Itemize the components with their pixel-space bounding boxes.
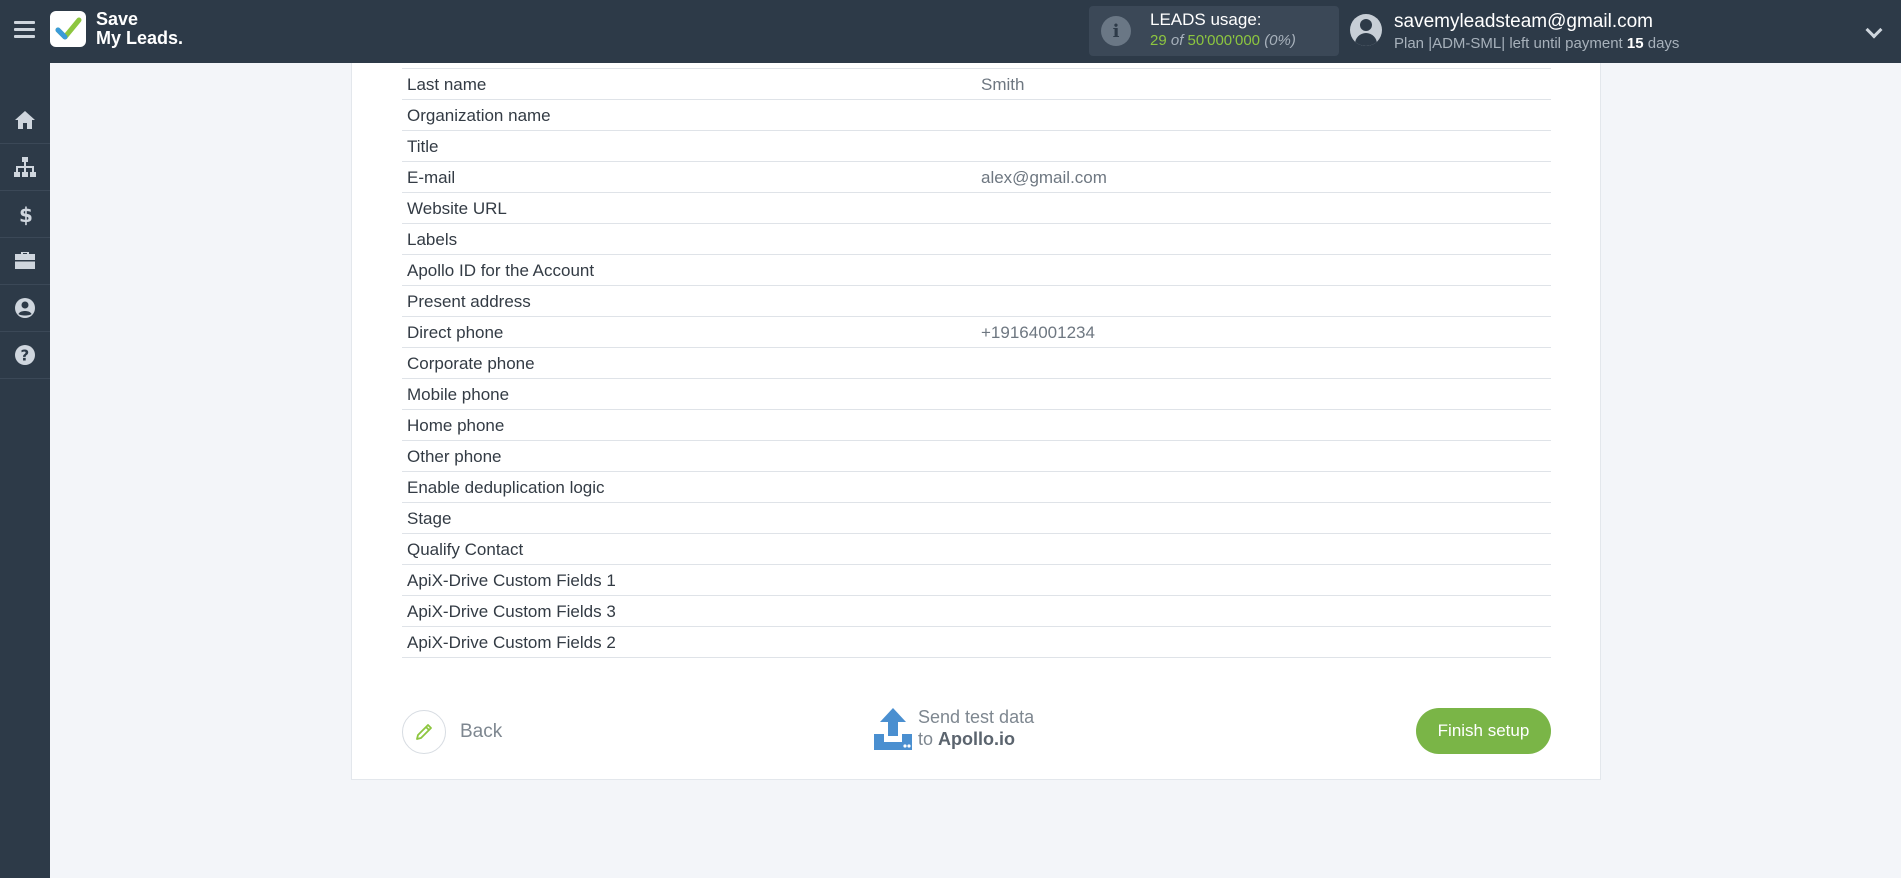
home-icon [15,111,35,129]
sidebar-item-tools[interactable] [0,238,50,285]
table-row: Organization name [402,100,1551,131]
field-label: Home phone [407,416,505,435]
send-to: to [918,729,934,749]
sidebar-item-billing[interactable]: $ [0,191,50,238]
field-label: E-mail [407,168,456,187]
field-label: Corporate phone [407,354,535,373]
chevron-down-icon[interactable] [1865,21,1883,39]
field-label: Title [407,137,439,156]
logo-line1: Save [96,9,139,29]
field-label: Organization name [407,106,551,125]
avatar-icon [1350,14,1382,46]
sidebar-item-help[interactable]: ? [0,332,50,379]
field-label: Last name [407,75,487,94]
sitemap-icon [14,157,36,177]
leads-usage-panel: i LEADS usage: 29 of 50'000'000 (0%) [1089,6,1339,56]
table-row: ApiX-Drive Custom Fields 2 [402,627,1551,658]
sidebar-item-home[interactable] [0,97,50,144]
field-label: Enable deduplication logic [407,478,605,497]
table-row: Direct phone +19164001234 [402,317,1551,348]
field-label: ApiX-Drive Custom Fields 3 [407,602,616,621]
usage-used: 29 [1150,32,1167,49]
table-row: Other phone [402,441,1551,472]
table-row: Website URL [402,193,1551,224]
table-row: Home phone [402,410,1551,441]
logo-line2: My Leads. [96,28,184,48]
table-row: Enable deduplication logic [402,472,1551,503]
svg-text:$: $ [19,203,33,226]
field-label: ApiX-Drive Custom Fields 2 [407,633,616,652]
plan-prefix: Plan |ADM-SML| left until payment [1394,35,1623,52]
usage-percent: (0%) [1264,32,1296,49]
field-value: alex@gmail.com [981,168,1107,187]
logo-check-icon [50,11,86,47]
sidebar-item-profile[interactable] [0,285,50,332]
field-label: Apollo ID for the Account [407,261,595,280]
send-line1: Send test data [918,707,1035,727]
svg-text:?: ? [21,347,30,365]
table-row: ApiX-Drive Custom Fields 1 [402,565,1551,596]
setup-card: Last name Smith Organization name Title E-ma… [351,63,1601,780]
field-label: Qualify Contact [407,540,524,559]
send-service: Apollo.io [938,729,1016,749]
table-row: Corporate phone [402,348,1551,379]
usage-title: LEADS usage: [1150,10,1262,29]
table-row: Title [402,131,1551,162]
sidebar-item-connections[interactable] [0,144,50,191]
sidebar: $ ? [0,63,50,878]
field-label: Present address [407,292,531,311]
field-label: Stage [407,509,452,528]
fields-table: Last name Smith Organization name Title E-ma… [402,68,1551,658]
send-test-text: Send test data to Apollo.io [918,706,1034,750]
logo[interactable]: Save My Leads. [50,10,183,48]
send-test-data-button[interactable]: Send test data to Apollo.io [872,706,1034,752]
field-value: +19164001234 [981,323,1095,342]
field-label: Labels [407,230,458,249]
finish-setup-button[interactable]: Finish setup [1416,708,1551,754]
back-label: Back [460,721,503,742]
plan-suffix: days [1647,35,1680,52]
user-icon [15,298,35,318]
field-label: Mobile phone [407,385,510,404]
pencil-icon [402,710,446,754]
usage-limit: 50'000'000 [1187,32,1261,49]
briefcase-icon [15,252,35,269]
user-plan: Plan |ADM-SML| left until payment 15 day… [1394,35,1679,52]
field-label: Direct phone [407,323,504,342]
field-label: Other phone [407,447,502,466]
table-row: Labels [402,224,1551,255]
user-email: savemyleadsteam@gmail.com [1394,11,1653,32]
table-row: Stage [402,503,1551,534]
table-row: Last name Smith [402,69,1551,100]
table-row: Qualify Contact [402,534,1551,565]
plan-days: 15 [1626,35,1644,52]
back-button[interactable]: Back [402,710,502,754]
hamburger-menu-icon[interactable] [14,21,35,39]
info-icon: i [1101,16,1131,46]
usage-count: 29 of 50'000'000 (0%) [1150,32,1296,49]
table-row: E-mail alex@gmail.com [402,162,1551,193]
dollar-icon: $ [19,203,33,226]
upload-icon [874,708,912,750]
field-label: ApiX-Drive Custom Fields 1 [407,571,616,590]
table-row: ApiX-Drive Custom Fields 3 [402,596,1551,627]
help-icon: ? [15,345,35,365]
table-row: Present address [402,286,1551,317]
usage-of: of [1170,32,1184,49]
table-row: Apollo ID for the Account [402,255,1551,286]
table-row: Mobile phone [402,379,1551,410]
field-label: Website URL [407,199,507,218]
top-bar: Save My Leads. i LEADS usage: 29 of 50'0… [0,0,1901,63]
field-value: Smith [981,75,1025,94]
logo-text: Save My Leads. [96,10,183,48]
